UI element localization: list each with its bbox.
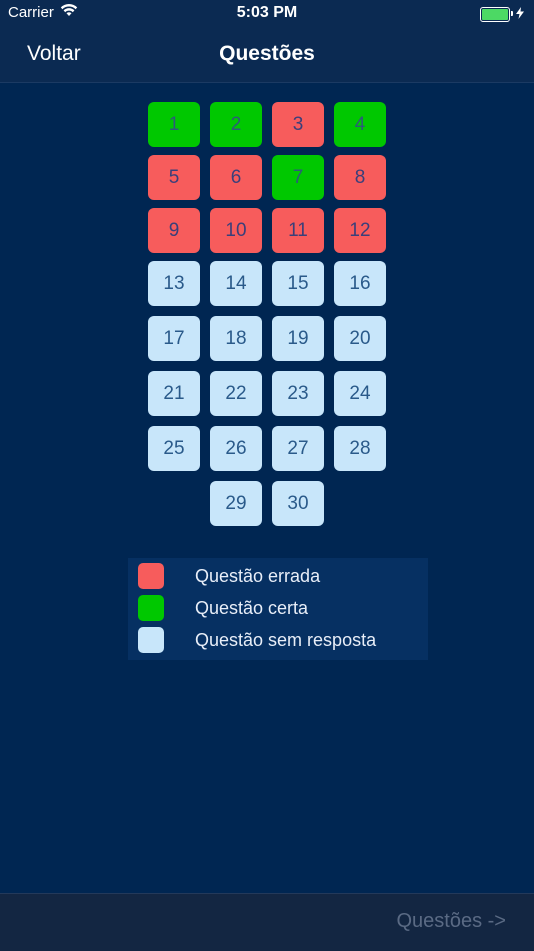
legend-item-unanswered: Questão sem resposta <box>138 627 376 653</box>
question-button-1[interactable]: 1 <box>148 102 200 147</box>
legend-swatch-right <box>138 595 164 621</box>
question-button-22[interactable]: 22 <box>210 371 262 416</box>
next-questions-button[interactable]: Questões -> <box>396 910 506 933</box>
question-button-4[interactable]: 4 <box>334 102 386 147</box>
battery-icon <box>480 7 513 22</box>
question-button-6[interactable]: 6 <box>210 155 262 200</box>
question-button-17[interactable]: 17 <box>148 316 200 361</box>
status-right <box>480 6 524 23</box>
question-button-30[interactable]: 30 <box>272 481 324 526</box>
legend-item-right: Questão certa <box>138 595 308 621</box>
question-row: 1234 <box>147 102 387 147</box>
status-bar: Carrier 5:03 PM <box>0 0 534 26</box>
question-button-11[interactable]: 11 <box>272 208 324 253</box>
question-button-20[interactable]: 20 <box>334 316 386 361</box>
question-button-14[interactable]: 14 <box>210 261 262 306</box>
question-button-7[interactable]: 7 <box>272 155 324 200</box>
question-row: 25 26 27 28 <box>147 426 387 471</box>
question-button-26[interactable]: 26 <box>210 426 262 471</box>
question-button-9[interactable]: 9 <box>148 208 200 253</box>
question-button-21[interactable]: 21 <box>148 371 200 416</box>
bottom-toolbar: Questões -> <box>0 893 534 951</box>
question-button-8[interactable]: 8 <box>334 155 386 200</box>
page-title: Questões <box>219 42 315 65</box>
legend-label-right: Questão certa <box>195 597 309 618</box>
question-row: 21 22 23 24 <box>147 371 387 416</box>
question-row: 17 18 19 20 <box>147 316 387 361</box>
question-button-24[interactable]: 24 <box>334 371 386 416</box>
question-button-18[interactable]: 18 <box>210 316 262 361</box>
legend-swatch-unanswered <box>138 627 164 653</box>
legend: Questão errada Questão certa Questão sem… <box>128 558 428 660</box>
question-button-5[interactable]: 5 <box>148 155 200 200</box>
question-button-29[interactable]: 29 <box>210 481 262 526</box>
question-button-10[interactable]: 10 <box>210 208 262 253</box>
question-row: 13 14 15 16 <box>147 261 387 306</box>
battery-level <box>482 9 508 20</box>
question-button-3[interactable]: 3 <box>272 102 324 147</box>
question-grid: 1 2 3 4 5 6 7 8 9 10 11 12 13 14 15 16 17 18 19 20 21 22 23 24 2… <box>147 102 387 536</box>
question-button-15[interactable]: 15 <box>272 261 324 306</box>
legend-item-wrong: Questão errada <box>138 563 320 589</box>
question-button-27[interactable]: 27 <box>272 426 324 471</box>
question-button-19[interactable]: 19 <box>272 316 324 361</box>
navigation-bar: Voltar Questões <box>0 26 534 83</box>
legend-swatch-wrong <box>138 563 164 589</box>
question-button-28[interactable]: 28 <box>334 426 386 471</box>
status-time: 5:03 PM <box>236 4 298 21</box>
charging-icon <box>516 6 524 23</box>
question-row: 9 10 11 12 <box>147 208 387 253</box>
question-button-13[interactable]: 13 <box>148 261 200 306</box>
question-button-2[interactable]: 2 <box>210 102 262 147</box>
legend-label-unanswered: Questão sem resposta <box>195 629 377 650</box>
question-button-23[interactable]: 23 <box>272 371 324 416</box>
question-button-16[interactable]: 16 <box>334 261 386 306</box>
legend-label-wrong: Questão errada <box>195 565 321 586</box>
question-button-25[interactable]: 25 <box>148 426 200 471</box>
question-button-12[interactable]: 12 <box>334 208 386 253</box>
question-row: 5678 <box>147 155 387 200</box>
question-row: 29 30 <box>147 481 387 526</box>
